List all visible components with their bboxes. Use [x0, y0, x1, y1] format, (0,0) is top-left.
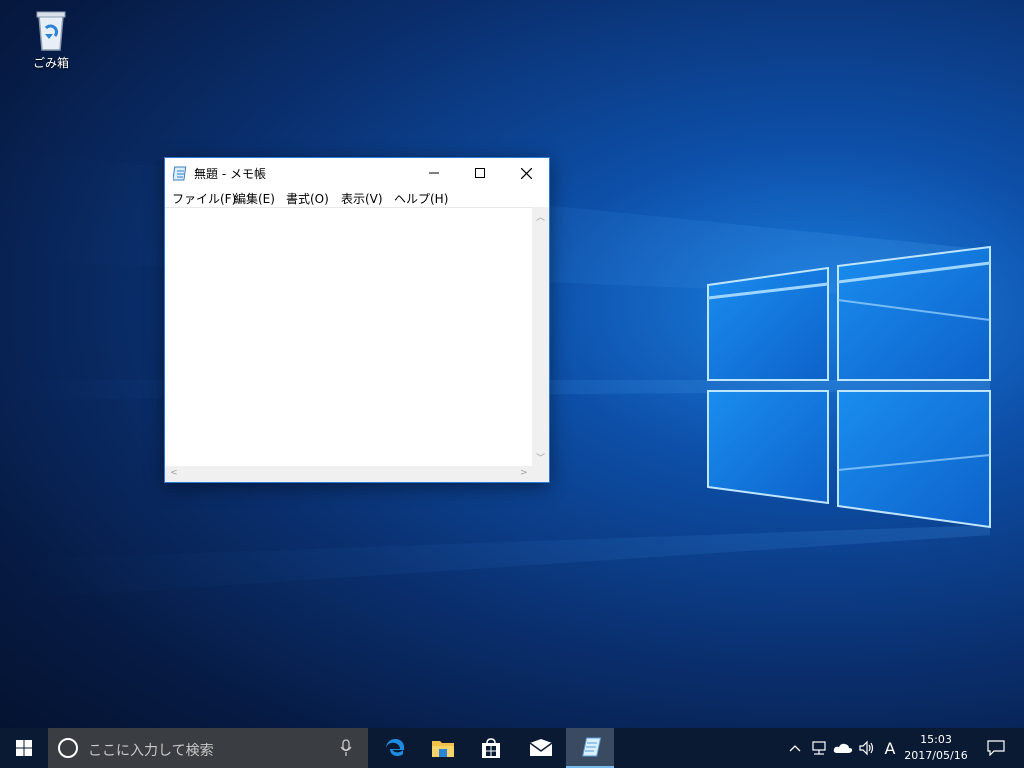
file-explorer-icon: [432, 741, 454, 757]
notification-icon: [987, 740, 1005, 756]
notepad-icon: [582, 737, 602, 757]
taskbar-mail[interactable]: [517, 728, 565, 768]
taskbar-notepad[interactable]: [566, 728, 614, 768]
search-placeholder: ここに入力して検索: [88, 743, 214, 759]
chevron-up-icon: [789, 745, 801, 752]
taskbar: ここに入力して検索 A 15:03 2017/05/16: [0, 728, 1024, 768]
search-box[interactable]: ここに入力して検索: [48, 728, 368, 768]
network-icon: [812, 741, 826, 755]
action-center-button[interactable]: [976, 728, 1016, 768]
title-bar[interactable]: 無題 - メモ帳: [165, 158, 549, 188]
cloud-icon: [833, 743, 853, 753]
taskbar-file-explorer[interactable]: [419, 728, 467, 768]
minimize-icon: [429, 172, 439, 174]
menu-view[interactable]: 表示(V): [341, 190, 383, 207]
windows-logo-icon: [16, 740, 32, 756]
notepad-icon: [172, 165, 189, 181]
vertical-scrollbar[interactable]: ︿ ﹀: [532, 207, 549, 466]
taskbar-store[interactable]: [467, 728, 515, 768]
menu-bar: ファイル(F) 編集(E) 書式(O) 表示(V) ヘルプ(H): [165, 188, 549, 207]
tray-onedrive[interactable]: [832, 728, 854, 768]
recycle-bin-icon: [31, 6, 71, 52]
scroll-left-icon[interactable]: <: [170, 468, 178, 478]
clock[interactable]: 15:03 2017/05/16: [900, 732, 972, 764]
maximize-icon: [475, 168, 485, 178]
menu-edit[interactable]: 編集(E): [234, 190, 275, 207]
menu-help[interactable]: ヘルプ(H): [394, 190, 448, 207]
show-hidden-icons-button[interactable]: [786, 728, 804, 768]
notepad-window[interactable]: 無題 - メモ帳 ファイル(F) 編集(E) 書式(O) 表示(V) ヘルプ(H…: [164, 157, 550, 483]
edge-icon: [386, 739, 405, 756]
cortana-icon: [58, 738, 78, 758]
window-title: 無題 - メモ帳: [194, 167, 266, 181]
size-grip[interactable]: [532, 466, 549, 482]
store-icon: [482, 738, 500, 758]
close-button[interactable]: [503, 158, 549, 188]
scroll-down-icon[interactable]: ﹀: [536, 451, 545, 464]
text-editor[interactable]: [165, 207, 532, 467]
speaker-icon: [859, 740, 874, 756]
scroll-up-icon[interactable]: ︿: [536, 210, 545, 223]
menu-file[interactable]: ファイル(F): [172, 190, 236, 207]
horizontal-scrollbar[interactable]: < >: [165, 466, 532, 482]
mail-icon: [529, 739, 553, 756]
tray-volume[interactable]: [856, 728, 878, 768]
clock-time: 15:03: [920, 733, 952, 746]
clock-date: 2017/05/16: [904, 749, 968, 762]
taskbar-edge[interactable]: [371, 728, 419, 768]
scroll-right-icon[interactable]: >: [520, 468, 528, 478]
desktop-icon-label: ごみ箱: [32, 56, 69, 70]
close-icon: [520, 167, 532, 179]
tray-network[interactable]: [808, 728, 830, 768]
microphone-icon[interactable]: [340, 739, 352, 761]
minimize-button[interactable]: [411, 158, 457, 188]
start-button[interactable]: [0, 728, 48, 768]
menu-format[interactable]: 書式(O): [286, 190, 329, 207]
ime-mode-indicator[interactable]: A: [880, 728, 900, 768]
maximize-button[interactable]: [457, 158, 503, 188]
desktop-icon-recycle-bin[interactable]: ごみ箱: [18, 6, 84, 71]
